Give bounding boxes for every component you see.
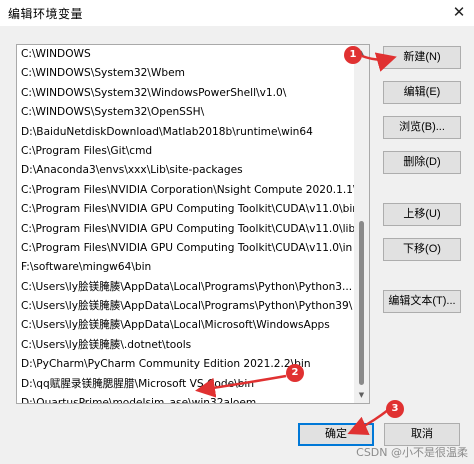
path-list-item[interactable]: C:\Program Files\NVIDIA GPU Computing To… — [17, 200, 355, 219]
new-button[interactable]: 新建(N) — [383, 46, 461, 69]
path-list-item[interactable]: C:\WINDOWS\System32\Wbem — [17, 64, 355, 83]
move-down-button[interactable]: 下移(O) — [383, 238, 461, 261]
path-list-item[interactable]: C:\Program Files\NVIDIA Corporation\Nsig… — [17, 181, 355, 200]
edit-button[interactable]: 编辑(E) — [383, 81, 461, 104]
watermark: CSDN @小不是很温柔 — [356, 446, 468, 459]
cancel-button[interactable]: 取消 — [384, 423, 460, 446]
path-list-item[interactable]: C:\Users\ly脍镁腌腠\.dotnet\tools — [17, 336, 355, 355]
path-list-item[interactable]: C:\Users\ly脍镁腌腠\AppData\Local\Microsoft\… — [17, 316, 355, 335]
path-list-item[interactable]: D:\PyCharm\PyCharm Community Edition 202… — [17, 355, 355, 374]
path-rows: C:\WINDOWS C:\WINDOWS\System32\Wbem C:\WIN… — [17, 45, 355, 403]
path-list-item[interactable]: C:\WINDOWS — [17, 45, 355, 64]
annotation-marker-2: 2 — [286, 364, 304, 382]
path-list-item[interactable]: C:\WINDOWS\System32\OpenSSH\ — [17, 103, 355, 122]
path-list-item[interactable]: D:\BaiduNetdiskDownload\Matlab2018b\runt… — [17, 123, 355, 142]
ok-button[interactable]: 确定 — [298, 423, 374, 446]
path-list-item[interactable]: C:\Program Files\NVIDIA GPU Computing To… — [17, 239, 355, 258]
path-list-item[interactable]: D:\QuartusPrime\modelsim_ase\win32aloem — [17, 394, 355, 403]
vertical-scrollbar[interactable]: ▲ ▼ — [354, 45, 369, 403]
edit-env-variable-dialog: 编辑环境变量 ✕ C:\WINDOWS C:\WINDOWS\System32\W… — [0, 0, 474, 464]
path-list-item[interactable]: C:\Users\ly脍镁腌腠\AppData\Local\Programs\P… — [17, 297, 355, 316]
path-list-item[interactable]: C:\Users\ly脍镁腌腠\AppData\Local\Programs\P… — [17, 278, 355, 297]
path-list-item[interactable]: F:\software\mingw64\bin — [17, 258, 355, 277]
path-list-item[interactable]: D:\qq赋腥录镁腌腮腥腊\Microsoft VS Code\bin — [17, 375, 355, 394]
annotation-marker-1: 1 — [344, 46, 362, 64]
path-list-item[interactable]: D:\Anaconda3\envs\xxx\Lib\site-packages — [17, 161, 355, 180]
annotation-marker-3: 3 — [386, 400, 404, 418]
move-up-button[interactable]: 上移(U) — [383, 203, 461, 226]
path-list-item[interactable]: C:\WINDOWS\System32\WindowsPowerShell\v1… — [17, 84, 355, 103]
path-list-item[interactable]: C:\Program Files\NVIDIA GPU Computing To… — [17, 220, 355, 239]
close-icon[interactable]: ✕ — [448, 2, 470, 22]
window-title: 编辑环境变量 — [8, 7, 84, 21]
scrollbar-thumb[interactable] — [359, 221, 364, 385]
scroll-down-icon[interactable]: ▼ — [354, 387, 369, 403]
path-list-item[interactable]: C:\Program Files\Git\cmd — [17, 142, 355, 161]
path-list[interactable]: C:\WINDOWS C:\WINDOWS\System32\Wbem C:\WIN… — [16, 44, 370, 404]
browse-button[interactable]: 浏览(B)... — [383, 116, 461, 139]
title-bar: 编辑环境变量 ✕ — [0, 0, 474, 26]
delete-button[interactable]: 删除(D) — [383, 151, 461, 174]
edit-text-button[interactable]: 编辑文本(T)... — [383, 290, 461, 313]
